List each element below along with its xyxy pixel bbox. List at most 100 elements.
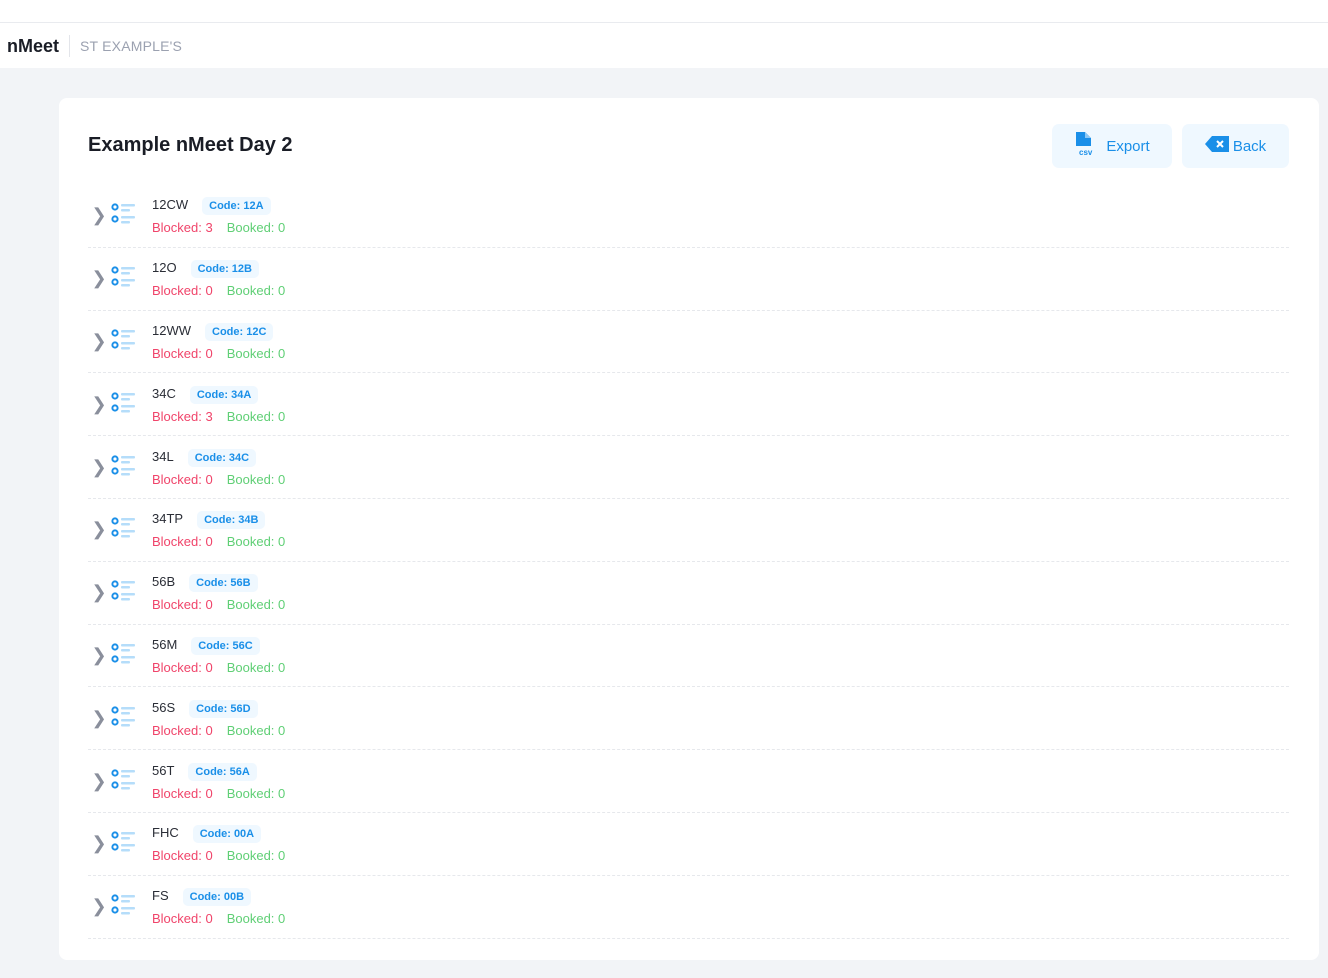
booked-value: 0	[278, 848, 286, 864]
group-name: 34C	[152, 385, 176, 401]
chevron-right-icon[interactable]: ❯	[88, 331, 110, 352]
code-badge: Code: 34B	[197, 511, 266, 530]
list-item[interactable]: ❯ 12O Code: 12B Blocked: 0 Booked: 0	[88, 248, 1289, 311]
blocked-count: Blocked: 0	[152, 848, 213, 863]
csv-file-icon: csv	[1074, 132, 1096, 160]
group-name: 34TP	[152, 511, 184, 527]
blocked-count: Blocked: 0	[152, 283, 213, 298]
list-item[interactable]: ❯ 12WW Code: 12C Blocked: 0 Booked: 0	[88, 311, 1289, 374]
blocked-value: 3	[205, 408, 213, 424]
blocked-label: Blocked:	[152, 597, 206, 613]
booked-count: Booked: 0	[227, 472, 286, 487]
blocked-value: 0	[205, 659, 213, 675]
booked-value: 0	[278, 597, 286, 613]
chevron-right-icon[interactable]: ❯	[88, 645, 110, 666]
brand[interactable]: nMeet	[7, 34, 71, 57]
blocked-label: Blocked:	[152, 848, 206, 864]
list-item[interactable]: ❯ 56M Code: 56C Blocked: 0 Booked: 0	[88, 625, 1289, 688]
blocked-label: Blocked:	[152, 534, 206, 550]
chevron-right-icon[interactable]: ❯	[88, 519, 110, 540]
group-name: 12CW	[152, 197, 189, 213]
booked-label: Booked:	[226, 345, 279, 361]
booked-label: Booked:	[226, 471, 279, 487]
list-item[interactable]: ❯ FS Code: 00B Blocked: 0 Booked: 0	[88, 876, 1289, 939]
blocked-value: 0	[205, 471, 213, 487]
booked-count: Booked: 0	[227, 848, 286, 863]
list-item[interactable]: ❯ 34TP Code: 34B Blocked: 0 Booked: 0	[88, 499, 1289, 562]
booked-value: 0	[278, 408, 286, 424]
back-button[interactable]: Back	[1182, 124, 1289, 168]
list-item[interactable]: ❯ 56T Code: 56A Blocked: 0 Booked: 0	[88, 750, 1289, 813]
group-list: ❯ 12CW Code: 12A Blocked: 3 Booked: 0 ❯ 12O…	[88, 185, 1289, 939]
booked-value: 0	[278, 471, 286, 487]
chevron-right-icon[interactable]: ❯	[88, 771, 110, 792]
chevron-right-icon[interactable]: ❯	[88, 582, 110, 603]
blocked-label: Blocked:	[152, 722, 206, 738]
group-name: 56M	[152, 636, 178, 652]
group-name: 56T	[152, 762, 175, 778]
booked-label: Booked:	[226, 911, 279, 927]
booked-count: Booked: 0	[227, 723, 286, 738]
chevron-right-icon[interactable]: ❯	[88, 833, 110, 854]
booked-count: Booked: 0	[227, 283, 286, 298]
back-label: Back	[1232, 137, 1267, 155]
code-badge: Code: 12B	[190, 260, 259, 279]
list-item[interactable]: ❯ 56B Code: 56B Blocked: 0 Booked: 0	[88, 562, 1289, 625]
blocked-label: Blocked:	[152, 408, 206, 424]
list-icon	[110, 514, 138, 545]
blocked-value: 0	[205, 345, 213, 361]
chevron-right-icon[interactable]: ❯	[88, 394, 110, 415]
blocked-label: Blocked:	[152, 785, 206, 801]
chevron-right-icon[interactable]: ❯	[88, 896, 110, 917]
blocked-count: Blocked: 0	[152, 597, 213, 612]
blocked-count: Blocked: 0	[152, 911, 213, 926]
org-name: ST EXAMPLE'S	[80, 37, 183, 54]
booked-label: Booked:	[226, 220, 279, 236]
code-badge: Code: 12A	[202, 197, 271, 216]
booked-value: 0	[278, 911, 286, 927]
blocked-label: Blocked:	[152, 345, 206, 361]
code-badge: Code: 00A	[192, 825, 262, 844]
list-item[interactable]: ❯ 34L Code: 34C Blocked: 0 Booked: 0	[88, 436, 1289, 499]
chevron-right-icon[interactable]: ❯	[88, 457, 110, 478]
booked-value: 0	[278, 659, 286, 675]
blocked-label: Blocked:	[152, 220, 206, 236]
blocked-count: Blocked: 0	[152, 660, 213, 675]
blocked-value: 3	[205, 220, 213, 236]
group-name: 56B	[152, 574, 176, 590]
list-item[interactable]: ❯ FHC Code: 00A Blocked: 0 Booked: 0	[88, 813, 1289, 876]
blocked-count: Blocked: 0	[152, 346, 213, 361]
booked-label: Booked:	[226, 408, 279, 424]
booked-count: Booked: 0	[227, 346, 286, 361]
code-badge: Code: 56D	[189, 699, 258, 718]
list-icon	[110, 263, 138, 294]
list-icon	[110, 577, 138, 608]
group-name: 12WW	[152, 322, 191, 338]
booked-count: Booked: 0	[227, 409, 286, 424]
blocked-count: Blocked: 0	[152, 786, 213, 801]
chevron-right-icon[interactable]: ❯	[88, 268, 110, 289]
code-badge: Code: 56A	[188, 762, 257, 781]
code-badge: Code: 56B	[189, 574, 258, 593]
blocked-value: 0	[205, 283, 213, 299]
page-title: Example nMeet Day 2	[88, 134, 293, 156]
backspace-icon	[1204, 136, 1229, 156]
chevron-right-icon[interactable]: ❯	[88, 205, 110, 226]
list-item[interactable]: ❯ 34C Code: 34A Blocked: 3 Booked: 0	[88, 373, 1289, 437]
booked-count: Booked: 0	[227, 220, 286, 235]
blocked-value: 0	[205, 785, 213, 801]
booked-count: Booked: 0	[227, 534, 286, 549]
export-button[interactable]: csv Export	[1052, 124, 1172, 168]
list-item[interactable]: ❯ 12CW Code: 12A Blocked: 3 Booked: 0	[88, 185, 1289, 248]
group-name: FS	[152, 888, 169, 904]
list-icon	[110, 200, 138, 231]
blocked-label: Blocked:	[152, 471, 206, 487]
booked-count: Booked: 0	[227, 660, 286, 675]
booked-value: 0	[278, 785, 286, 801]
list-item[interactable]: ❯ 56S Code: 56D Blocked: 0 Booked: 0	[88, 687, 1289, 751]
export-label: Export	[1106, 137, 1150, 155]
list-icon	[110, 891, 138, 922]
code-badge: Code: 00B	[182, 888, 252, 907]
list-icon	[110, 389, 138, 420]
chevron-right-icon[interactable]: ❯	[88, 708, 110, 729]
